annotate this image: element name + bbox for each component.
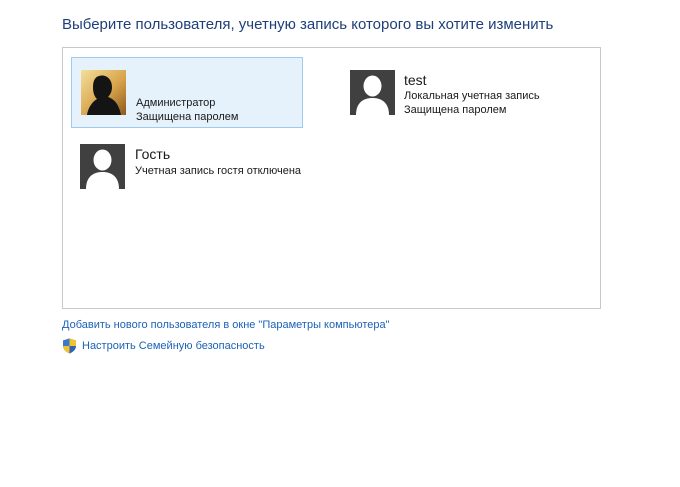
user-photo-icon	[81, 70, 126, 115]
family-safety-link[interactable]: Настроить Семейную безопасность	[82, 340, 265, 352]
account-status: Защищена паролем	[136, 111, 239, 123]
account-tile-administrator[interactable]: Администратор Защищена паролем	[71, 57, 303, 128]
page-title: Выберите пользователя, учетную запись ко…	[62, 16, 554, 33]
account-tile-guest[interactable]: Гость Учетная запись гостя отключена	[78, 142, 318, 190]
account-status: Защищена паролем	[404, 104, 507, 116]
uac-shield-icon	[62, 338, 77, 354]
accounts-panel: Администратор Защищена паролем test Лока…	[62, 47, 601, 309]
add-user-link[interactable]: Добавить нового пользователя в окне "Пар…	[62, 319, 390, 331]
default-user-icon	[350, 70, 395, 115]
account-status: Учетная запись гостя отключена	[135, 165, 302, 177]
account-name: test	[404, 72, 427, 88]
account-name: Администратор	[136, 97, 216, 109]
default-user-icon	[80, 144, 125, 189]
account-name: Гость	[135, 146, 171, 162]
account-tile-test[interactable]: test Локальная учетная запись Защищена п…	[345, 67, 575, 119]
account-type: Локальная учетная запись	[404, 90, 540, 102]
